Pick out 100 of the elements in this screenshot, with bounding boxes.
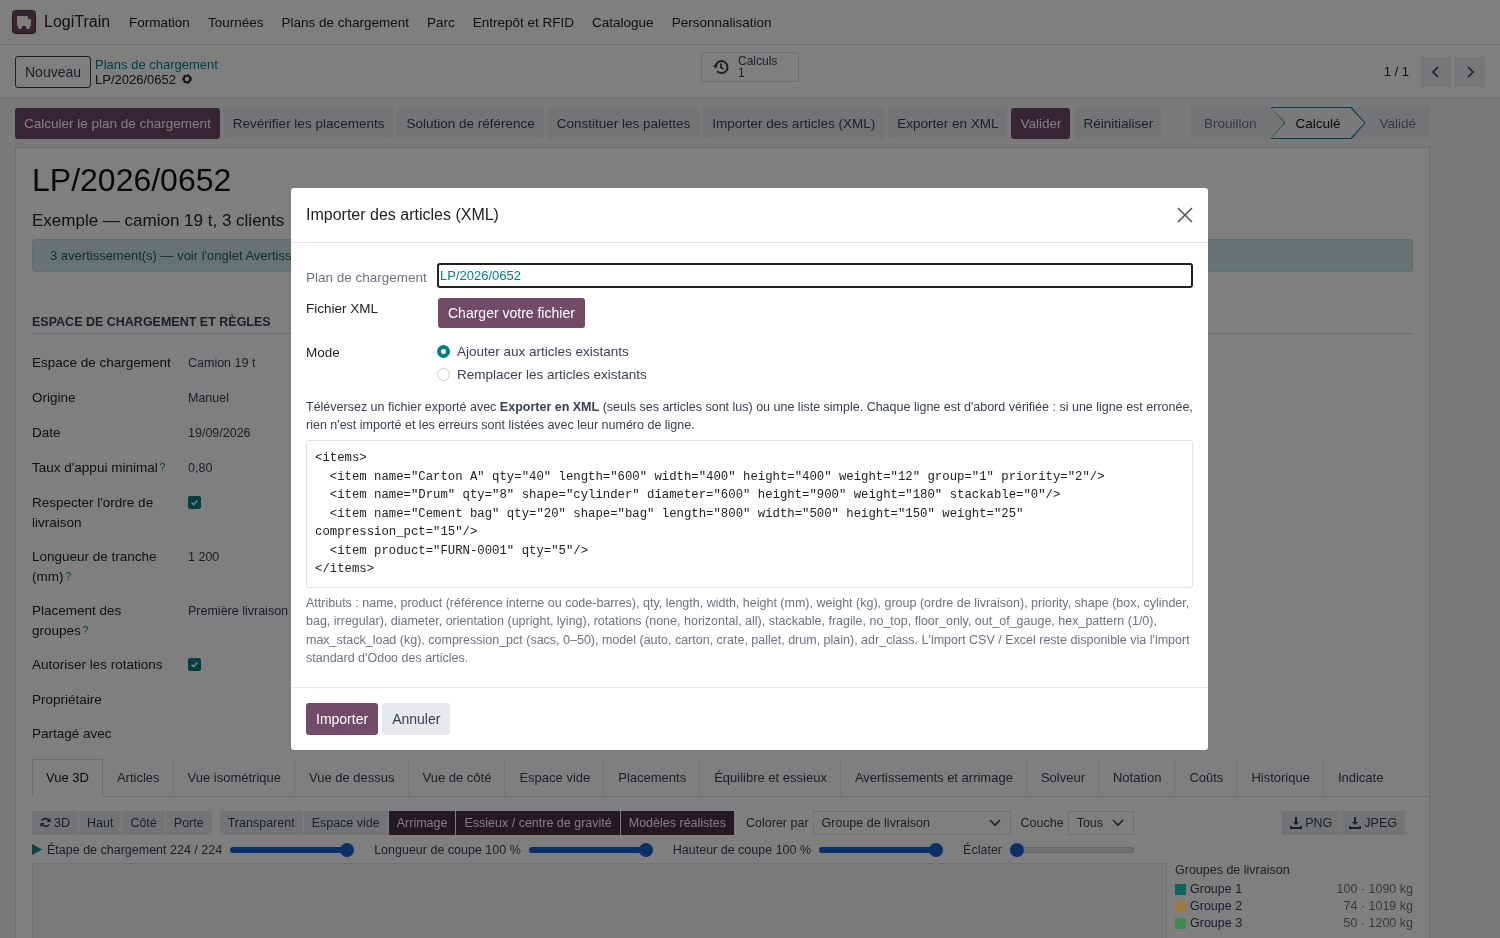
warning-text: 3 avertissement(s) — voir l'onglet Avertiss	[50, 248, 292, 263]
action-button[interactable]: Exporter en XML	[888, 107, 1008, 139]
tab[interactable]: Articles	[102, 758, 174, 796]
action-button[interactable]: Réinitialiser	[1074, 107, 1163, 139]
field-value[interactable]: 0,80	[188, 458, 213, 478]
toggle-button[interactable]: Modèles réalistes	[620, 810, 734, 835]
menu-item[interactable]: Parc	[418, 14, 464, 30]
slider[interactable]	[819, 842, 944, 857]
slider-label: Étape de chargement 224 / 224	[47, 842, 223, 857]
status-step[interactable]: Brouillon	[1189, 107, 1271, 139]
slider-thumb[interactable]	[340, 842, 355, 857]
refresh-icon	[40, 817, 51, 828]
tab[interactable]: Vue de côté	[408, 758, 506, 796]
truck-icon[interactable]	[12, 10, 36, 34]
tab[interactable]: Vue isométrique	[173, 758, 295, 796]
checkbox[interactable]	[188, 658, 201, 671]
action-button[interactable]: Constituer les palettes	[547, 107, 700, 139]
action-button[interactable]: Importer des articles (XML)	[703, 107, 885, 139]
field-value[interactable]: 19/09/2026	[188, 423, 251, 443]
tab[interactable]: Placements	[604, 758, 701, 796]
slider-thumb[interactable]	[638, 842, 653, 857]
new-button[interactable]: Nouveau	[15, 55, 92, 88]
app-name[interactable]: LogiTrain	[44, 13, 111, 31]
tab[interactable]: Solveur	[1026, 758, 1099, 796]
field-label: Espace de chargement	[32, 354, 172, 372]
dialog-title: Importer des articles (XML)	[306, 206, 499, 224]
tab[interactable]: Équilibre et essieux	[700, 758, 841, 796]
tab[interactable]: Indicate	[1323, 758, 1384, 796]
settings-icon[interactable]	[181, 73, 193, 85]
pager-counter: 1 / 1	[1383, 64, 1409, 79]
toggle-button[interactable]: Arrimage	[388, 810, 456, 835]
color-by-select[interactable]: Groupe de livraison	[812, 810, 1011, 835]
action-button[interactable]: Valider	[1011, 107, 1071, 139]
field-label: Plan de chargement	[306, 268, 428, 285]
breadcrumb-link[interactable]: Plans de chargement	[95, 56, 218, 72]
next-button[interactable]	[1455, 56, 1485, 87]
menu-item[interactable]: Formation	[120, 14, 199, 30]
action-button[interactable]: Solution de référence	[397, 107, 544, 139]
dialog-button[interactable]: Importer	[306, 702, 379, 735]
menu-item[interactable]: Personnalisation	[662, 14, 781, 30]
tab[interactable]: Notation	[1099, 758, 1176, 796]
status-step[interactable]: Validé	[1365, 107, 1430, 139]
slider[interactable]	[230, 842, 355, 857]
menu-item[interactable]: Plans de chargement	[272, 14, 418, 30]
download-icon	[1290, 816, 1303, 829]
export-button[interactable]: PNG	[1282, 810, 1341, 835]
play-icon[interactable]	[32, 844, 42, 855]
radio-label[interactable]: Ajouter aux articles existants	[457, 344, 629, 359]
menu-item[interactable]: Tournées	[198, 14, 273, 30]
field-value[interactable]: Première livraison	[188, 601, 289, 640]
tab[interactable]: Vue de dessus	[295, 758, 409, 796]
tab[interactable]: Historique	[1237, 758, 1324, 796]
check-icon	[190, 660, 199, 669]
action-button[interactable]: Calculer le plan de chargement	[15, 107, 220, 139]
field-label: Origine	[32, 389, 77, 407]
menu-item[interactable]: Catalogue	[583, 14, 663, 30]
attributes-note: Attributs : name, product (référence interne ou code-barres), qty, length, width, height (mm), weight (kg), group (ordre de livraison), priority, shape (box, cylinder, bag, irregular), diameter, orientation (upright, lying), rotations (none, horizontal, all), stackable, fragile, no_top, floor_only, out_of_gauge, hex_pattern (1/0), max_stack_load (kg), compression_pct (sacs, 0–50), model (auto, carton, crate, pallet, drum, plain), adr_class. L'import CSV / Excel reste disponible via l'import standard d'Odoo des articles.	[306, 594, 1191, 667]
dialog-button[interactable]: Annuler	[382, 702, 451, 735]
export-button[interactable]: JPEG	[1341, 810, 1405, 835]
upload-button[interactable]: Charger votre fichier	[438, 298, 585, 328]
slider[interactable]	[1010, 842, 1134, 857]
record-title: LP/2026/0652	[32, 162, 232, 199]
previous-button[interactable]	[1421, 56, 1451, 87]
code-block: <items> <item name="Carton A" qty="40" length="600" width="400" height="400" weight="12" group="1" priority="2"/> <item name="Drum" qty="8" shape="cylinder" diameter="600" height="900" weight="180" stackable="0"/> <item name="Cement bag" qty="20" shape="bag" length="800" width="500" height="150" weight="25" compression_pct="15"/> <item product="FURN-0001" qty="5"/> </items>	[306, 440, 1193, 588]
status-step[interactable]: Calculé	[1270, 107, 1366, 139]
action-button[interactable]: Revérifier les placements	[223, 107, 394, 139]
view-button[interactable]: 3D	[32, 810, 78, 835]
plan-input-field[interactable]: LP/2026/0652	[437, 263, 1193, 288]
view-button[interactable]: Porte	[165, 810, 212, 835]
toggle-button[interactable]: Essieux / centre de gravité	[456, 810, 620, 835]
tab[interactable]: Avertissements et arrimage	[840, 758, 1027, 796]
history-icon	[712, 58, 730, 76]
radio-button[interactable]	[437, 345, 450, 358]
slider-thumb[interactable]	[1010, 842, 1024, 857]
legend-label: Groupe 3	[1190, 916, 1243, 930]
legend-label: Groupe 2	[1190, 899, 1243, 913]
toggle-button[interactable]: Transparent	[219, 810, 303, 835]
record-name: LP/2026/0652	[95, 71, 176, 87]
menu-item[interactable]: Entrepôt et RFID	[463, 14, 584, 30]
toggle-button[interactable]: Espace vide	[303, 810, 388, 835]
field-value[interactable]: 1 200	[188, 547, 220, 586]
view-button[interactable]: Côté	[122, 810, 165, 835]
legend-stats: 50 · 1200 kg	[1343, 916, 1413, 930]
layer-select[interactable]: Tous	[1067, 810, 1135, 835]
tab[interactable]: Vue 3D	[32, 758, 103, 797]
field-label: Propriétaire	[32, 690, 103, 709]
slider-label: Éclater	[963, 842, 1002, 857]
tab[interactable]: Espace vide	[505, 758, 605, 796]
radio-label[interactable]: Remplacer les articles existants	[457, 367, 647, 382]
slider-thumb[interactable]	[929, 842, 944, 857]
view-button[interactable]: Haut	[79, 810, 122, 835]
field-value[interactable]: Camion 19 t	[188, 353, 256, 373]
slider[interactable]	[528, 842, 653, 857]
tab[interactable]: Coûts	[1175, 758, 1238, 796]
checkbox[interactable]	[188, 496, 201, 509]
field-value[interactable]: Manuel	[188, 388, 229, 408]
legend-title: Groupes de livraison	[1175, 862, 1291, 877]
field-label: Autoriser les rotations	[32, 656, 164, 674]
calculs-stat-button[interactable]: Calculs 1	[701, 52, 799, 82]
close-button[interactable]	[1177, 207, 1193, 223]
